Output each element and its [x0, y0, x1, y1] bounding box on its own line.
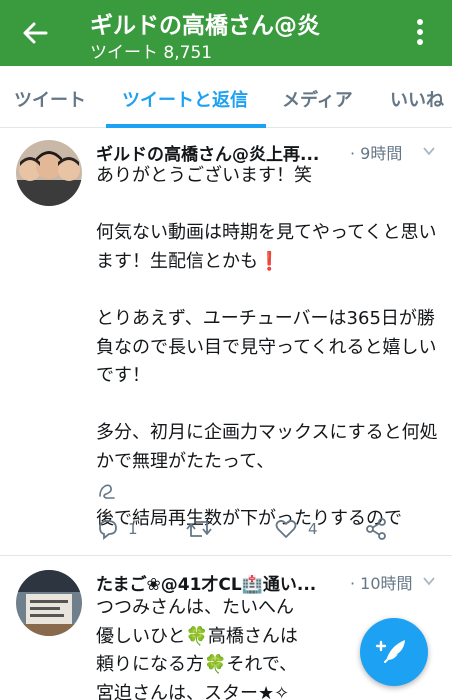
reply-icon [99, 520, 117, 540]
share-icon [366, 518, 386, 540]
like-action[interactable]: 4 [274, 517, 318, 541]
compose-feather-icon [375, 640, 405, 663]
tab-media[interactable]: メディア [282, 86, 353, 112]
tab-tweets[interactable]: ツイート [14, 86, 86, 112]
author-name[interactable]: たまご❀@41才CL🏥通い... [96, 570, 344, 595]
like-count: 4 [308, 520, 318, 538]
tab-likes[interactable]: いいね [390, 86, 444, 112]
heart-icon [275, 519, 297, 538]
avatar[interactable] [16, 570, 82, 636]
tweet-actions: 1 4 [96, 517, 441, 545]
thread-icon [99, 484, 115, 499]
app-bar: ギルドの高橋さん@炎 ツイート 8,751 [0, 0, 452, 66]
chevron-down-icon[interactable] [422, 574, 436, 588]
tweet[interactable]: ギルドの高橋さん@炎上再... · 9時間 ありがとうございます！笑 何気ない動… [0, 128, 452, 556]
back-arrow-icon[interactable] [20, 18, 50, 48]
share-action[interactable] [364, 517, 388, 541]
compose-tweet-button[interactable] [360, 618, 428, 686]
tweet-time: · 10時間 [350, 574, 413, 593]
profile-title: ギルドの高橋さん@炎 [90, 13, 320, 39]
tweet-time: · 9時間 [350, 144, 403, 163]
retweet-action[interactable] [186, 517, 212, 541]
profile-tabs: ツイート ツイートと返信 メディア いいね [0, 66, 452, 128]
tweet-text: ありがとうございます！笑 何気ない動画は時期を見てやってくと思います！生配信とか… [96, 165, 438, 530]
tweet-count: ツイート 8,751 [90, 43, 213, 63]
chevron-down-icon[interactable] [422, 144, 436, 158]
retweet-icon [186, 521, 212, 537]
more-options-icon[interactable] [408, 16, 432, 50]
reply-action[interactable]: 1 [96, 517, 138, 541]
avatar[interactable] [16, 140, 82, 206]
tab-tweets-and-replies[interactable]: ツイートと返信 [122, 86, 248, 112]
reply-count: 1 [128, 520, 138, 538]
tweet-header: たまご❀@41才CL🏥通い... · 10時間 [96, 570, 441, 596]
